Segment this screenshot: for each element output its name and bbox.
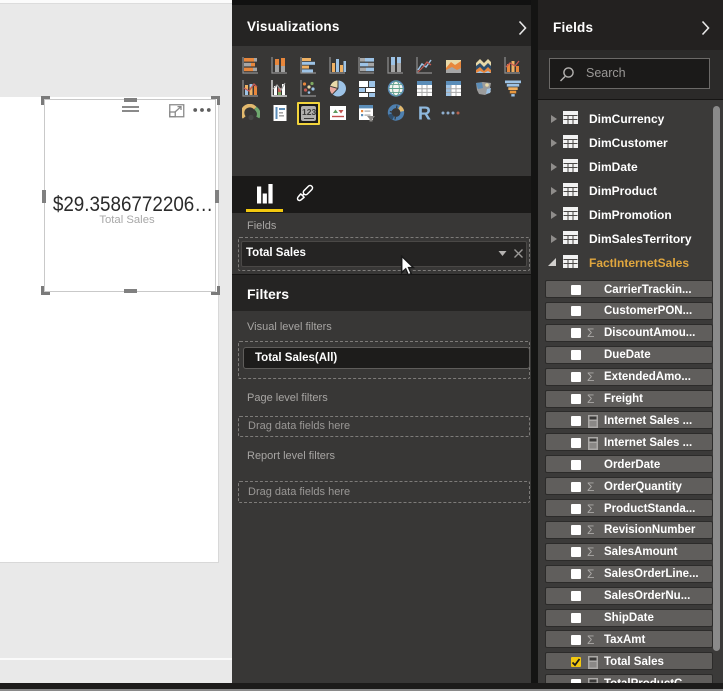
- svg-text:R: R: [418, 104, 431, 122]
